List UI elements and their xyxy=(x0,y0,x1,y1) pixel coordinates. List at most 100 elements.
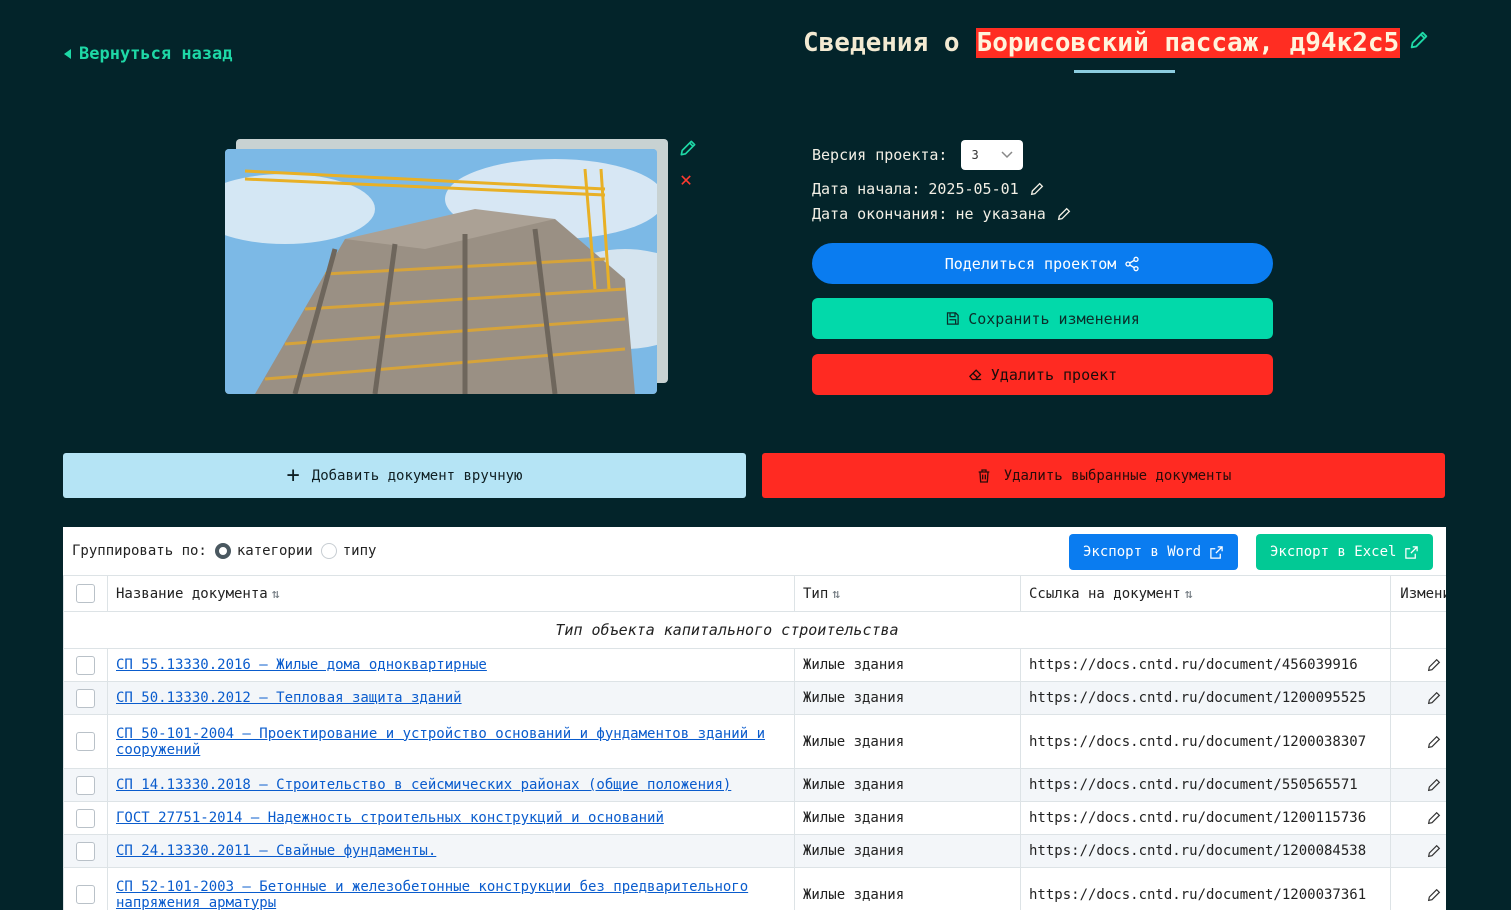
end-date-label: Дата окончания: xyxy=(812,204,948,223)
group-by-type-radio[interactable] xyxy=(320,543,337,559)
project-image xyxy=(225,149,657,394)
table-toolbar: Группировать по: категории типу Экспорт … xyxy=(63,527,1446,575)
pencil-icon[interactable] xyxy=(1426,777,1442,793)
pencil-icon[interactable] xyxy=(1056,206,1072,222)
column-header-link[interactable]: Ссылка на документ ⇅ xyxy=(1020,575,1391,612)
start-date-label: Дата начала: xyxy=(812,179,921,198)
document-type: Жилые здания xyxy=(794,768,1021,802)
document-link[interactable]: СП 50.13330.2012 — Тепловая защита здани… xyxy=(116,690,462,706)
version-label: Версия проекта: xyxy=(812,146,948,164)
document-url: https://docs.cntd.ru/document/1200084538 xyxy=(1020,834,1391,868)
document-type: Жилые здания xyxy=(794,648,1021,682)
add-document-button[interactable]: + Добавить документ вручную xyxy=(63,453,746,498)
select-all-checkbox[interactable] xyxy=(76,584,95,603)
delete-project-button[interactable]: Удалить проект xyxy=(812,354,1273,395)
project-name: Борисовский пассаж, д94к2с5 xyxy=(975,28,1401,58)
back-link[interactable]: Вернуться назад xyxy=(64,44,233,64)
row-checkbox[interactable] xyxy=(76,732,95,751)
pencil-icon[interactable] xyxy=(1426,810,1442,826)
document-url: https://docs.cntd.ru/document/1200115736 xyxy=(1020,801,1391,835)
share-project-button[interactable]: Поделиться проектом xyxy=(812,243,1273,284)
group-option-type: типу xyxy=(342,543,377,559)
column-header-link-label: Ссылка на документ xyxy=(1029,585,1181,602)
document-type: Жилые здания xyxy=(794,681,1021,715)
document-link[interactable]: ГОСТ 27751-2014 — Надежность строительны… xyxy=(116,810,664,826)
external-link-icon xyxy=(1210,545,1223,559)
column-header-edit: Изменить xyxy=(1390,575,1446,612)
document-link[interactable]: СП 14.13330.2018 — Строительство в сейсм… xyxy=(116,777,731,793)
save-icon xyxy=(947,312,959,325)
documents-table: Название документа ⇅ Тип ⇅ Ссылка на докум… xyxy=(63,575,1446,910)
page-title: Сведения о Борисовский пассаж, д94к2с5 xyxy=(803,28,1430,58)
table-row: СП 50.13330.2012 — Тепловая защита здани… xyxy=(63,681,1446,715)
document-url: https://docs.cntd.ru/document/1200037361 xyxy=(1020,867,1391,910)
back-link-label: Вернуться назад xyxy=(79,44,233,64)
row-checkbox[interactable] xyxy=(76,688,95,708)
pencil-icon[interactable] xyxy=(1029,181,1045,197)
row-checkbox[interactable] xyxy=(76,841,95,861)
document-type: Жилые здания xyxy=(794,867,1021,910)
document-url: https://docs.cntd.ru/document/1200038307 xyxy=(1020,714,1391,769)
select-all-cell xyxy=(63,575,108,612)
table-row: СП 52-101-2003 — Бетонные и железобетонн… xyxy=(63,867,1446,910)
delete-label: Удалить проект xyxy=(990,365,1118,384)
table-row: СП 24.13330.2011 — Свайные фундаменты. Ж… xyxy=(63,834,1446,868)
table-row: СП 55.13330.2016 — Жилые дома однокварти… xyxy=(63,648,1446,682)
pencil-icon[interactable] xyxy=(1426,690,1442,706)
table-row: ГОСТ 27751-2014 — Надежность строительны… xyxy=(63,801,1446,835)
export-excel-label: Экспорт в Excel xyxy=(1270,544,1397,560)
column-header-type-label: Тип xyxy=(803,585,829,602)
pencil-icon[interactable] xyxy=(1426,843,1442,859)
row-checkbox[interactable] xyxy=(76,885,95,904)
sort-icon[interactable]: ⇅ xyxy=(272,587,280,602)
export-word-label: Экспорт в Word xyxy=(1083,544,1202,560)
pencil-icon xyxy=(680,140,696,156)
plus-icon: + xyxy=(286,462,300,488)
version-select[interactable]: 3 xyxy=(961,140,1024,170)
end-date-value: не указана xyxy=(955,204,1046,223)
pencil-icon[interactable] xyxy=(1408,28,1430,58)
save-label: Сохранить изменения xyxy=(968,309,1140,328)
add-document-label: Добавить документ вручную xyxy=(311,467,523,484)
table-header-row: Название документа ⇅ Тип ⇅ Ссылка на докум… xyxy=(63,575,1446,612)
sort-icon[interactable]: ⇅ xyxy=(832,587,840,602)
table-row: СП 14.13330.2018 — Строительство в сейсм… xyxy=(63,768,1446,802)
pencil-icon[interactable] xyxy=(1426,657,1442,673)
document-link[interactable]: СП 55.13330.2016 — Жилые дома однокварти… xyxy=(116,657,487,673)
edit-image-button[interactable] xyxy=(678,138,698,162)
group-by-label: Группировать по: xyxy=(72,543,207,559)
row-checkbox[interactable] xyxy=(76,655,95,675)
share-icon xyxy=(1125,256,1139,271)
pencil-icon[interactable] xyxy=(1426,887,1442,903)
export-excel-button[interactable]: Экспорт в Excel xyxy=(1256,534,1434,570)
document-url: https://docs.cntd.ru/document/550565571 xyxy=(1020,768,1391,802)
group-header-row: Тип объекта капитального строительства xyxy=(63,611,1446,649)
document-type: Жилые здания xyxy=(794,834,1021,868)
trash-icon xyxy=(978,468,990,483)
delete-selected-documents-button[interactable]: Удалить выбранные документы xyxy=(762,453,1445,498)
group-by-category-radio[interactable] xyxy=(214,543,231,559)
pencil-icon[interactable] xyxy=(1426,734,1442,750)
save-changes-button[interactable]: Сохранить изменения xyxy=(812,298,1273,339)
row-checkbox[interactable] xyxy=(76,775,95,795)
group-title: Тип объекта капитального строительства xyxy=(63,611,1391,649)
document-link[interactable]: СП 52-101-2003 — Бетонные и железобетонн… xyxy=(116,879,748,910)
chevron-left-icon xyxy=(64,49,71,59)
table-row: СП 50-101-2004 — Проектирование и устрой… xyxy=(63,714,1446,769)
document-link[interactable]: СП 24.13330.2011 — Свайные фундаменты. xyxy=(116,843,436,859)
title-underline xyxy=(1074,70,1175,73)
chevron-down-icon xyxy=(1001,151,1013,159)
documents-panel: Группировать по: категории типу Экспорт … xyxy=(63,527,1446,910)
share-label: Поделиться проектом xyxy=(944,254,1117,273)
column-header-type[interactable]: Тип ⇅ xyxy=(794,575,1021,612)
sort-icon[interactable]: ⇅ xyxy=(1185,587,1193,602)
column-header-name[interactable]: Название документа ⇅ xyxy=(107,575,795,612)
eraser-icon xyxy=(968,369,982,381)
close-icon[interactable]: ✕ xyxy=(680,169,692,189)
document-link[interactable]: СП 50-101-2004 — Проектирование и устрой… xyxy=(116,726,765,758)
export-word-button[interactable]: Экспорт в Word xyxy=(1069,534,1239,570)
external-link-icon xyxy=(1405,545,1419,559)
document-type: Жилые здания xyxy=(794,714,1021,769)
row-checkbox[interactable] xyxy=(76,808,95,828)
delete-selected-label: Удалить выбранные документы xyxy=(1003,467,1232,484)
